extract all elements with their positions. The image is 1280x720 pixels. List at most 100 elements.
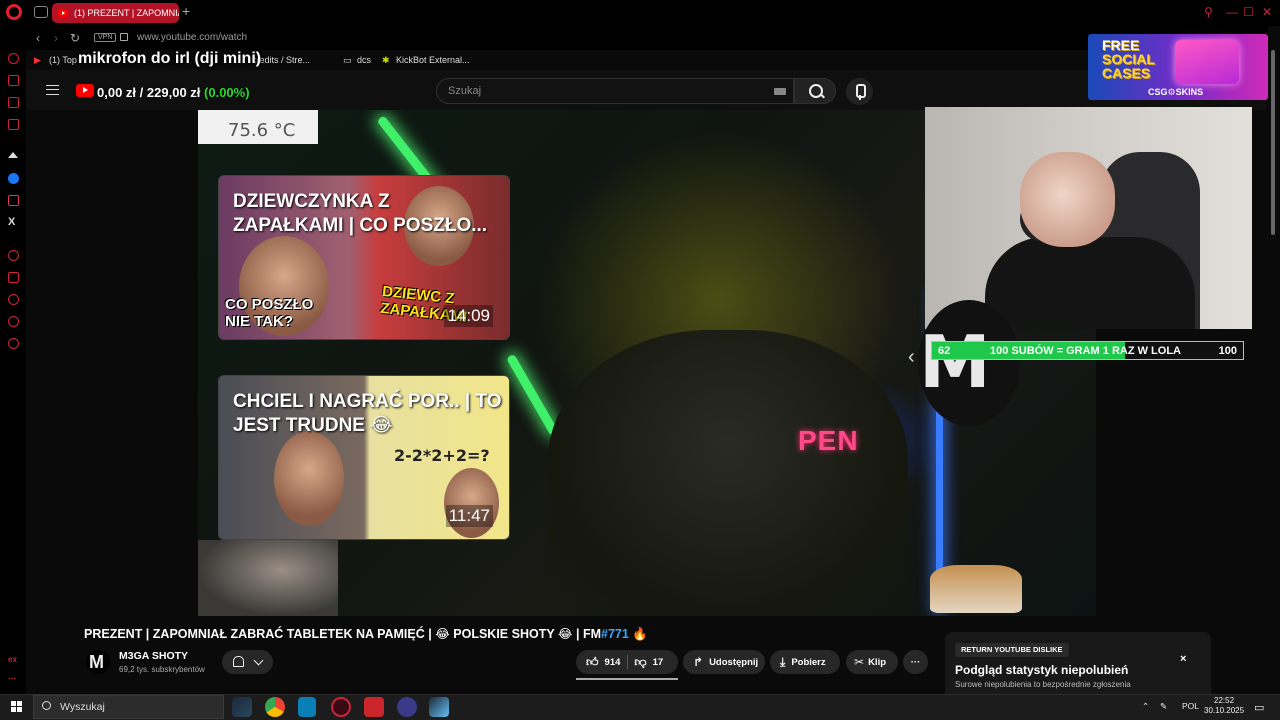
close-window-icon[interactable]: ✕ [1262, 5, 1272, 19]
voicemeeter-icon[interactable] [364, 697, 384, 717]
extensions-icon[interactable] [8, 316, 19, 327]
bookmark-item[interactable]: KickBot External... [396, 55, 470, 65]
share-icon: ↱ [693, 655, 704, 669]
like-count[interactable]: 914 [605, 657, 621, 668]
mail-icon[interactable] [8, 119, 19, 130]
channel-name[interactable]: M3GA SHOTY [119, 650, 188, 662]
language-indicator[interactable]: POL [1182, 701, 1199, 711]
secondary-camera [198, 540, 338, 616]
bookmark-item[interactable]: dcs [357, 55, 371, 65]
sidebar-more-icon[interactable]: ··· [8, 674, 16, 683]
chrome-icon[interactable] [265, 697, 285, 717]
opera-taskbar-icon[interactable] [331, 697, 351, 717]
donation-percent: (0.00%) [204, 85, 250, 100]
thumbnail-math: 2-2*2+2=? [394, 446, 490, 465]
scrollbar-thumb[interactable] [1271, 50, 1275, 235]
taskbar-clock[interactable]: 22:52 30.10.2025 [1204, 696, 1244, 716]
steam-secondary-icon[interactable] [429, 697, 449, 717]
subscriber-count: 69,2 tys. subskrybentów [119, 665, 205, 674]
taskbar-search-label: Wyszukaj [60, 701, 105, 713]
x-twitter-icon[interactable]: X [8, 216, 15, 228]
maximize-icon[interactable]: ☐ [1243, 5, 1254, 19]
vpn-badge[interactable]: VPN [94, 33, 117, 42]
aria-icon[interactable] [8, 53, 19, 64]
like-ratio-bar [576, 678, 678, 680]
donation-goal: 229,00 zł [146, 85, 201, 100]
pen-tray-icon[interactable]: ✎ [1160, 701, 1167, 712]
ad-line-1: FREE [1102, 37, 1140, 53]
ad-brand: CSG⚙SKINS [1148, 87, 1204, 97]
search-placeholder: Szukaj [448, 85, 482, 97]
new-tab-icon[interactable]: + [182, 3, 190, 19]
browser-tab-bar [0, 0, 1280, 26]
dislike-count[interactable]: 17 [653, 657, 664, 668]
recommended-video-card[interactable]: CHCIEL I NAGRAĆ POR.. | TO JEST TRUDNE 😂… [218, 375, 510, 540]
clock-time: 22:52 [1214, 696, 1235, 705]
green-neon-light [506, 353, 559, 437]
thumbnail-duration: 14:09 [444, 305, 493, 327]
tray-overflow-icon[interactable]: ⌃ [1142, 701, 1149, 712]
settings-gear-icon[interactable] [8, 338, 19, 349]
sidebar-bottom-label[interactable]: ex [8, 655, 17, 664]
browser-tab-active[interactable]: (1) PREZENT | ZAPOMNIA [52, 3, 179, 23]
opera-menu-icon[interactable] [6, 4, 22, 20]
messenger-icon[interactable] [8, 97, 19, 108]
avatar[interactable] [86, 650, 110, 674]
notifications-bell-button[interactable] [222, 650, 273, 674]
thumbnail-person [274, 431, 344, 526]
tabs-icon[interactable] [8, 272, 19, 283]
music-player-icon[interactable] [8, 250, 19, 261]
goal-label: 100 SUBÓW = GRAM 1 RAZ W LOLA [990, 345, 1181, 357]
ad-gift-box-image [1175, 40, 1239, 84]
thumbs-down-icon[interactable]: 👎︎ [634, 655, 646, 670]
thumbnail-duration: 11:47 [445, 505, 493, 527]
taskbar-search-input[interactable]: Wyszukaj [33, 695, 224, 719]
clip-label: Klip [868, 656, 887, 668]
video-hashtag[interactable]: #771 [601, 627, 629, 641]
ryd-title: Podgląd statystyk niepolubień [955, 663, 1129, 677]
streamer-figure [548, 330, 908, 616]
obs-icon[interactable] [397, 697, 417, 717]
thumbnail-title: CHCIEL I NAGRAĆ POR.. | TO JEST TRUDNE 😂 [233, 391, 502, 436]
notifications-icon[interactable]: ▭ [1254, 701, 1264, 714]
instagram-icon[interactable] [8, 195, 19, 206]
streamer-webcam [925, 107, 1252, 329]
windows-start-icon[interactable] [11, 701, 23, 713]
voice-search-icon[interactable] [846, 78, 873, 105]
more-actions-button[interactable]: ··· [903, 650, 928, 674]
facebook-messenger-icon[interactable] [8, 173, 19, 184]
youtube-logo-icon[interactable] [76, 84, 94, 97]
back-icon[interactable]: ‹ [36, 31, 40, 45]
folder-icon: ▭ [343, 55, 352, 65]
download-label: Pobierz [791, 656, 826, 668]
neon-sign: PEN [798, 425, 859, 456]
tiktok-icon[interactable] [8, 152, 18, 158]
reload-icon[interactable]: ↻ [70, 31, 80, 45]
lock-icon[interactable] [120, 33, 128, 41]
url-field[interactable]: www.youtube.com/watch [137, 32, 247, 43]
bookmark-item[interactable]: (1) Top [49, 55, 77, 65]
search-input[interactable]: Szukaj [436, 78, 794, 104]
close-icon[interactable]: × [1180, 653, 1186, 665]
thumbnail-caption: CO POSZŁO NIE TAK? [225, 296, 314, 330]
tab-controller-icon[interactable] [34, 6, 48, 18]
search-button[interactable] [794, 78, 836, 104]
keyboard-icon[interactable] [774, 88, 786, 95]
thumbs-up-icon[interactable]: 👍︎ [586, 655, 599, 670]
steam-icon[interactable] [232, 697, 252, 717]
forward-icon[interactable]: › [54, 31, 58, 45]
minimize-icon[interactable]: — [1226, 5, 1238, 19]
recommended-video-card[interactable]: DZIEWCZYNKA Z ZAPAŁKAMI | CO POSZŁO... C… [218, 175, 510, 340]
download-button[interactable]: ⤓ Pobierz [770, 650, 840, 674]
share-button[interactable]: ↱ Udostępnij [683, 650, 765, 674]
donation-goal-overlay: 0,00 zł / 229,00 zł (0.00%) [97, 85, 250, 100]
goal-target: 100 [1218, 345, 1237, 357]
search-tabs-icon[interactable]: ⚲ [1204, 5, 1213, 19]
video-title-end: 🔥 [628, 627, 648, 641]
menu-icon[interactable] [46, 85, 59, 95]
history-icon[interactable] [8, 294, 19, 305]
video-title: PREZENT | ZAPOMNIAŁ ZABRAĆ TABLETEK NA P… [84, 626, 648, 642]
clip-button[interactable]: ✂ Klip [846, 650, 898, 674]
pycharm-icon[interactable] [298, 697, 316, 717]
crypto-wallet-icon[interactable] [8, 75, 19, 86]
